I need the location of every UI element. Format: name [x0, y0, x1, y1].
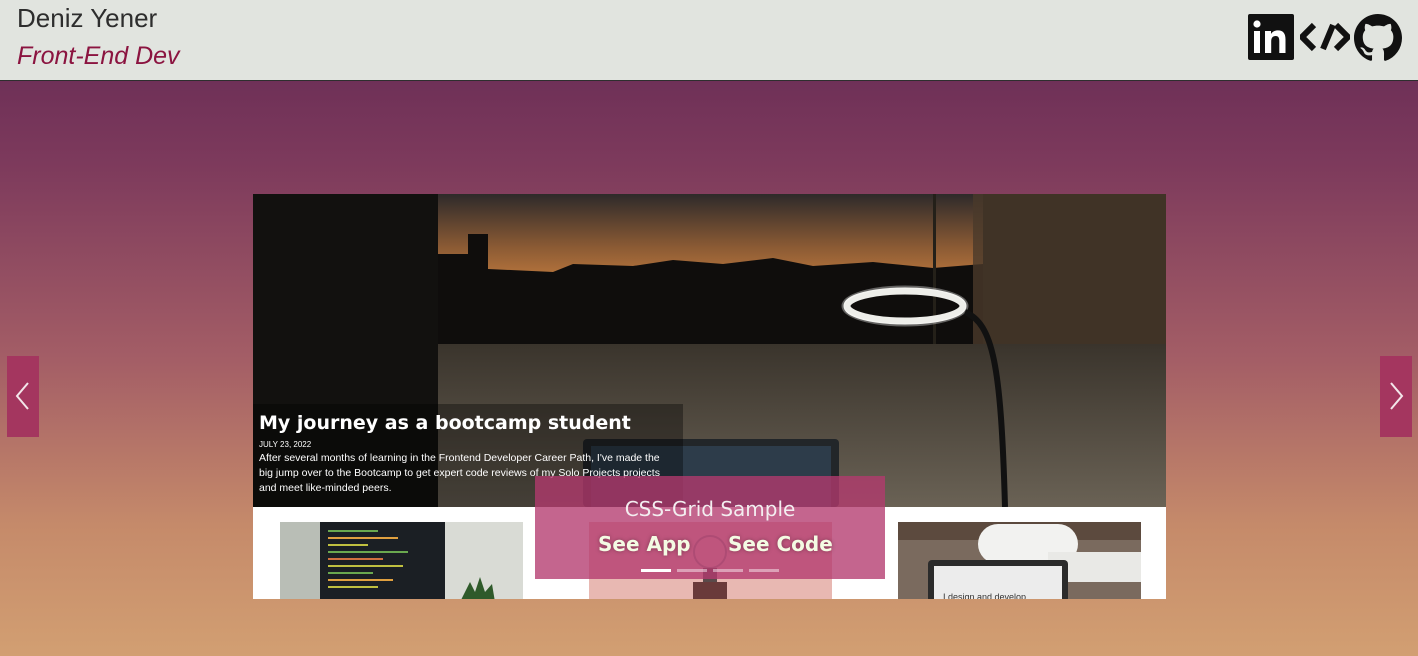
slide-indicator[interactable]: [713, 569, 743, 572]
linkedin-link[interactable]: [1248, 14, 1294, 65]
github-link[interactable]: [1354, 14, 1402, 67]
slide-indicators: [641, 569, 779, 572]
see-app-link[interactable]: See App: [598, 532, 691, 556]
slide-indicator[interactable]: [641, 569, 671, 572]
site-header: Deniz Yener Front-End Dev: [0, 0, 1418, 81]
scrimba-icon: [1297, 22, 1353, 52]
prev-slide-button[interactable]: [7, 356, 39, 437]
svg-text:I design and develop: I design and develop: [943, 592, 1026, 599]
project-caption: CSS-Grid Sample See App See Code: [535, 476, 885, 579]
slide-indicator[interactable]: [677, 569, 707, 572]
post-title: My journey as a bootcamp student: [259, 412, 631, 434]
slide-indicator[interactable]: [749, 569, 779, 572]
chevron-left-icon: [15, 382, 29, 410]
linkedin-icon: [1248, 14, 1294, 60]
scrimba-link[interactable]: [1297, 22, 1353, 57]
brand-name: Deniz Yener: [17, 3, 158, 33]
brand-role: Front-End Dev: [17, 42, 180, 70]
next-slide-button[interactable]: [1380, 356, 1412, 437]
caption-title: CSS-Grid Sample: [624, 497, 796, 521]
blog-card-image-laptop: I design and develop: [898, 522, 1141, 599]
post-date: JULY 23, 2022: [259, 440, 312, 449]
blog-card-image-code: [280, 522, 523, 599]
see-code-link[interactable]: See Code: [728, 532, 833, 556]
chevron-right-icon: [1390, 382, 1404, 410]
github-icon: [1354, 14, 1402, 61]
